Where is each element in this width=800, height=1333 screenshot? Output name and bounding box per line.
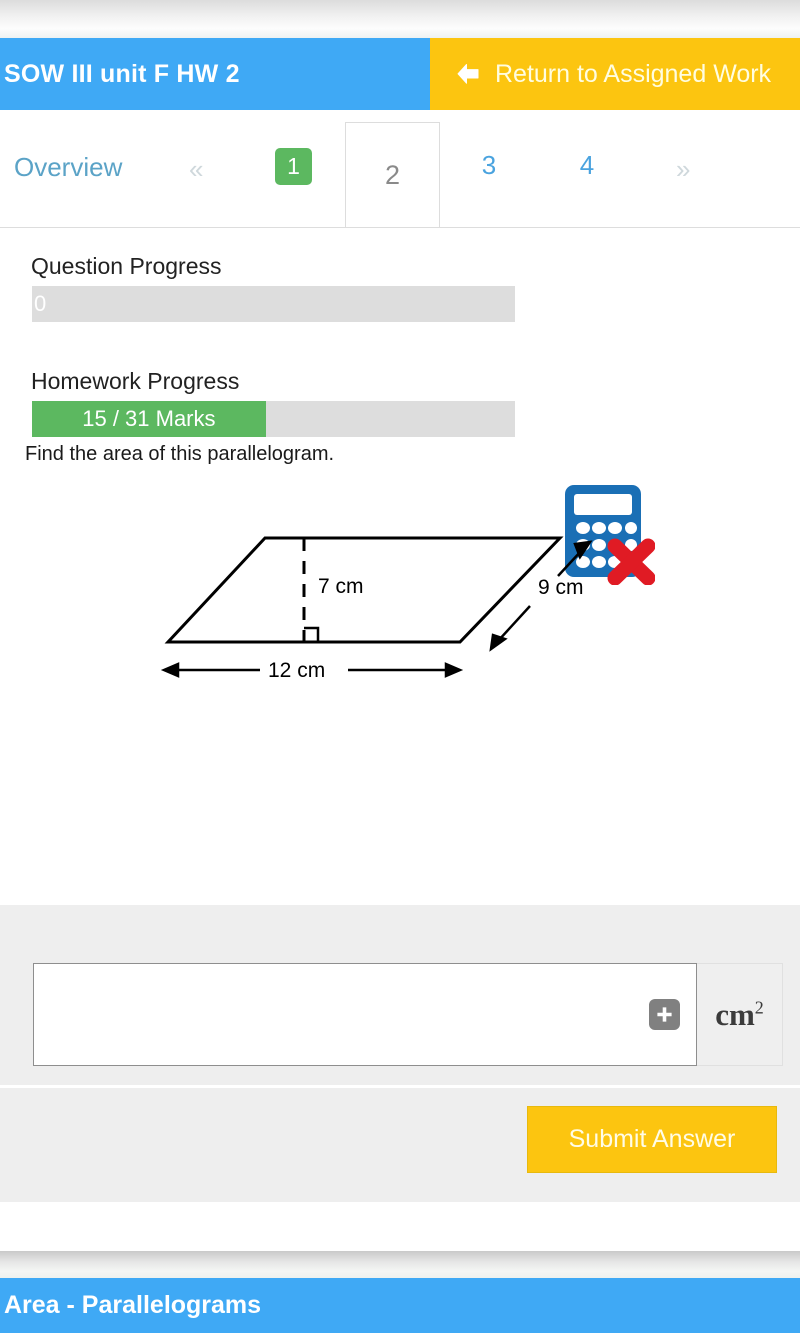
homework-progress-fill: 15 / 31 Marks [32, 401, 266, 437]
tab-question-2-label: 2 [384, 160, 401, 190]
homework-progress-value: 15 / 31 Marks [82, 406, 216, 431]
question-prompt: Find the area of this parallelogram. [25, 443, 335, 465]
homework-title-bar: SOW III unit F HW 2 [0, 38, 430, 110]
plus-icon[interactable] [649, 999, 680, 1030]
tab-question-4[interactable]: 4 [559, 150, 615, 181]
bottom-chrome-strip [0, 1251, 800, 1278]
tab-overview[interactable]: Overview [14, 152, 122, 183]
answer-unit-label: cm2 [715, 996, 764, 1032]
chevron-prev-icon[interactable]: « [189, 154, 203, 185]
question-tab-bar: Overview « 1 2 3 4 » [0, 110, 800, 229]
page-root: SOW III unit F HW 2 Return to Assigned W… [0, 0, 800, 1333]
question-progress-label: Question Progress [31, 253, 222, 279]
parallelogram-outline [164, 536, 564, 644]
top-chrome-strip [0, 0, 800, 38]
chevron-next-icon[interactable]: » [676, 154, 690, 185]
return-button-label: Return to Assigned Work [495, 59, 772, 88]
arrow-left-icon [457, 64, 479, 84]
question-progress-bar: 0 [32, 286, 515, 322]
submit-panel: Submit Answer [0, 1088, 800, 1202]
submit-answer-button[interactable]: Submit Answer [527, 1106, 777, 1173]
header-bar: SOW III unit F HW 2 Return to Assigned W… [0, 38, 800, 110]
return-button-content: Return to Assigned Work [430, 60, 771, 89]
answer-panel: cm2 [0, 905, 800, 1085]
base-label: 12 cm [268, 659, 325, 682]
topic-title: Area - Parallelograms [4, 1291, 262, 1319]
homework-progress-bar: 15 / 31 Marks [32, 401, 515, 437]
tab-question-1-label: 1 [287, 153, 300, 179]
answer-row: cm2 [33, 963, 783, 1066]
right-angle-marker [304, 626, 320, 642]
parallelogram-diagram: 7 cm 12 cm 9 cm [150, 508, 610, 693]
answer-input[interactable] [33, 963, 697, 1066]
return-to-assigned-work-button[interactable]: Return to Assigned Work [430, 38, 800, 110]
tab-question-3[interactable]: 3 [461, 150, 517, 181]
homework-progress-label: Homework Progress [31, 368, 240, 394]
answer-unit-box: cm2 [697, 963, 783, 1066]
height-label: 7 cm [318, 575, 364, 598]
question-progress-value: 0 [34, 291, 47, 316]
question-body: Question Progress 0 Homework Progress 15… [0, 228, 800, 905]
side-label: 9 cm [538, 576, 584, 599]
submit-answer-label: Submit Answer [568, 1125, 736, 1153]
tab-question-1[interactable]: 1 [275, 148, 312, 185]
tab-question-2[interactable]: 2 [345, 122, 440, 229]
homework-title: SOW III unit F HW 2 [4, 59, 240, 88]
topic-title-bar: Area - Parallelograms [0, 1278, 800, 1333]
